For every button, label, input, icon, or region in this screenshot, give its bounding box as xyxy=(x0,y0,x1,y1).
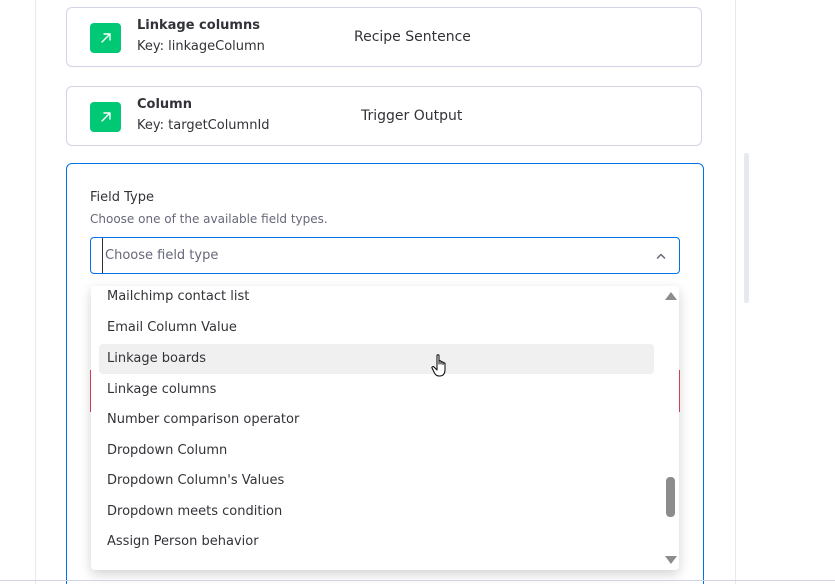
arrow-up-right-icon xyxy=(90,23,121,53)
scrollbar-thumb[interactable] xyxy=(666,477,675,517)
field-type-label: Field Type xyxy=(90,190,154,205)
field-source: Recipe Sentence xyxy=(354,29,471,45)
hand-pointer-cursor-icon xyxy=(431,354,446,377)
dropdown-option[interactable]: Mailchimp contact list xyxy=(99,286,654,312)
dropdown-option[interactable]: Dropdown meets condition xyxy=(99,497,654,527)
field-key: Key: linkageColumn xyxy=(137,39,265,54)
panel-border-left xyxy=(35,0,36,584)
app-page: Linkage columns Key: linkageColumn Recip… xyxy=(0,0,835,584)
field-type-search-input[interactable] xyxy=(102,238,635,273)
dropdown-option-hovered[interactable]: Linkage boards xyxy=(99,344,654,374)
dropdown-option[interactable]: Email Column Value xyxy=(99,313,654,343)
field-title: Linkage columns xyxy=(137,18,260,33)
field-card-column[interactable]: Column Key: targetColumnId Trigger Outpu… xyxy=(66,86,702,146)
field-key: Key: targetColumnId xyxy=(137,118,270,133)
dropdown-option[interactable]: Linkage columns xyxy=(99,375,654,405)
bottom-divider xyxy=(0,580,835,581)
field-type-description: Choose one of the available field types. xyxy=(90,212,328,226)
dropdown-option[interactable]: Dropdown Column xyxy=(99,436,654,466)
dropdown-option[interactable]: Number comparison operator xyxy=(99,405,654,435)
field-card-linkage-columns[interactable]: Linkage columns Key: linkageColumn Recip… xyxy=(66,7,702,67)
field-title: Column xyxy=(137,97,192,112)
arrow-up-right-icon xyxy=(90,102,121,132)
panel-border-right xyxy=(735,0,736,584)
dropdown-option[interactable]: Assign Person behavior xyxy=(99,527,654,557)
dropdown-option[interactable]: Dropdown Column's Values xyxy=(99,466,654,496)
field-type-dropdown[interactable]: Mailchimp contact list Email Column Valu… xyxy=(91,286,679,570)
field-source: Trigger Output xyxy=(361,108,463,124)
scroll-up-arrow-icon[interactable] xyxy=(665,292,677,300)
scroll-down-arrow-icon[interactable] xyxy=(665,556,677,564)
chevron-up-icon[interactable] xyxy=(655,250,667,262)
dropdown-scrollbar[interactable] xyxy=(665,292,677,564)
panel-scrollbar[interactable] xyxy=(744,153,749,303)
field-type-select[interactable] xyxy=(90,237,680,274)
